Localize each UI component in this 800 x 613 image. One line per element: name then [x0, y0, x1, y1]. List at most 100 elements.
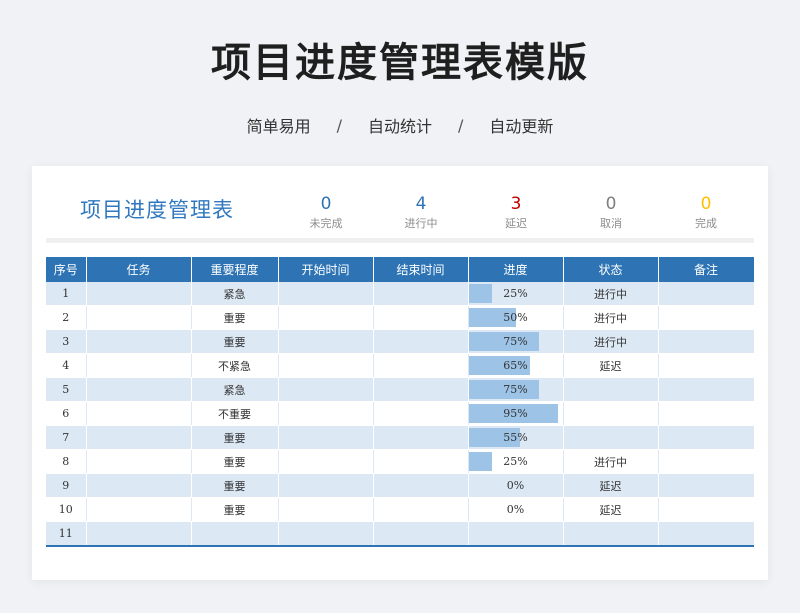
cell-status[interactable]: 延迟	[563, 353, 659, 378]
cell-status[interactable]: 延迟	[563, 473, 659, 498]
cell-task[interactable]	[86, 473, 192, 498]
cell-no[interactable]: 10	[46, 497, 87, 522]
cell-start[interactable]	[278, 497, 374, 522]
cell-note[interactable]	[658, 377, 754, 402]
cell-priority[interactable]: 重要	[191, 425, 279, 450]
cell-end[interactable]	[373, 521, 469, 547]
column-header-start[interactable]: 开始时间	[278, 257, 374, 282]
cell-note[interactable]	[658, 282, 754, 306]
cell-start[interactable]	[278, 353, 374, 378]
column-header-note[interactable]: 备注	[658, 257, 755, 282]
column-header-no[interactable]: 序号	[46, 257, 87, 282]
column-header-task[interactable]: 任务	[86, 257, 192, 282]
cell-start[interactable]	[278, 473, 374, 498]
cell-status[interactable]	[563, 425, 659, 450]
cell-task[interactable]	[86, 305, 192, 330]
cell-end[interactable]	[373, 282, 469, 306]
cell-priority[interactable]: 紧急	[191, 282, 279, 306]
cell-status[interactable]	[563, 401, 659, 426]
stat-value: 0	[320, 194, 332, 214]
cell-priority[interactable]: 重要	[191, 305, 279, 330]
cell-progress[interactable]: 0%	[468, 497, 564, 522]
cell-priority[interactable]	[191, 521, 279, 547]
table-row: 4 不紧急 65% 延迟	[46, 353, 754, 378]
cell-note[interactable]	[658, 353, 754, 378]
cell-status[interactable]: 进行中	[563, 449, 659, 474]
cell-start[interactable]	[278, 305, 374, 330]
cell-no[interactable]: 7	[46, 425, 87, 450]
cell-start[interactable]	[278, 449, 374, 474]
cell-task[interactable]	[86, 521, 192, 547]
cell-task[interactable]	[86, 449, 192, 474]
column-header-priority[interactable]: 重要程度	[191, 257, 279, 282]
cell-priority[interactable]: 不紧急	[191, 353, 279, 378]
cell-progress[interactable]: 50%	[468, 305, 564, 330]
cell-note[interactable]	[658, 425, 754, 450]
cell-task[interactable]	[86, 282, 192, 306]
column-header-progress[interactable]: 进度	[468, 257, 564, 282]
cell-task[interactable]	[86, 401, 192, 426]
cell-status[interactable]: 进行中	[563, 329, 659, 354]
cell-end[interactable]	[373, 329, 469, 354]
cell-end[interactable]	[373, 449, 469, 474]
cell-no[interactable]: 4	[46, 353, 87, 378]
cell-priority[interactable]: 重要	[191, 449, 279, 474]
cell-task[interactable]	[86, 329, 192, 354]
cell-end[interactable]	[373, 425, 469, 450]
cell-note[interactable]	[658, 329, 754, 354]
cell-end[interactable]	[373, 353, 469, 378]
cell-status[interactable]: 进行中	[563, 282, 659, 306]
cell-progress[interactable]: 75%	[468, 329, 564, 354]
column-header-end[interactable]: 结束时间	[373, 257, 469, 282]
cell-end[interactable]	[373, 473, 469, 498]
cell-task[interactable]	[86, 425, 192, 450]
cell-no[interactable]: 6	[46, 401, 87, 426]
cell-status[interactable]: 延迟	[563, 497, 659, 522]
cell-start[interactable]	[278, 329, 374, 354]
cell-progress[interactable]: 25%	[468, 282, 564, 306]
cell-no[interactable]: 11	[46, 521, 87, 547]
cell-end[interactable]	[373, 377, 469, 402]
cell-progress[interactable]: 55%	[468, 425, 564, 450]
tag-easy: 简单易用	[246, 117, 311, 136]
cell-end[interactable]	[373, 305, 469, 330]
cell-end[interactable]	[373, 401, 469, 426]
cell-priority[interactable]: 重要	[191, 473, 279, 498]
cell-no[interactable]: 9	[46, 473, 87, 498]
cell-progress[interactable]: 65%	[468, 353, 564, 378]
cell-task[interactable]	[86, 497, 192, 522]
cell-priority[interactable]: 紧急	[191, 377, 279, 402]
column-header-status[interactable]: 状态	[563, 257, 659, 282]
cell-note[interactable]	[658, 473, 754, 498]
cell-progress[interactable]	[468, 521, 564, 547]
cell-note[interactable]	[658, 497, 754, 522]
cell-status[interactable]: 进行中	[563, 305, 659, 330]
cell-start[interactable]	[278, 425, 374, 450]
cell-no[interactable]: 3	[46, 329, 87, 354]
cell-note[interactable]	[658, 449, 754, 474]
cell-no[interactable]: 8	[46, 449, 87, 474]
cell-task[interactable]	[86, 353, 192, 378]
cell-progress[interactable]: 75%	[468, 377, 564, 402]
cell-start[interactable]	[278, 377, 374, 402]
stat-label: 延迟	[505, 217, 527, 230]
cell-no[interactable]: 2	[46, 305, 87, 330]
cell-no[interactable]: 5	[46, 377, 87, 402]
cell-no[interactable]: 1	[46, 282, 87, 306]
cell-progress[interactable]: 25%	[468, 449, 564, 474]
cell-priority[interactable]: 重要	[191, 329, 279, 354]
cell-progress[interactable]: 0%	[468, 473, 564, 498]
cell-start[interactable]	[278, 521, 374, 547]
cell-priority[interactable]: 重要	[191, 497, 279, 522]
cell-note[interactable]	[658, 305, 754, 330]
cell-priority[interactable]: 不重要	[191, 401, 279, 426]
cell-end[interactable]	[373, 497, 469, 522]
cell-note[interactable]	[658, 521, 754, 547]
cell-status[interactable]	[563, 377, 659, 402]
cell-note[interactable]	[658, 401, 754, 426]
cell-progress[interactable]: 95%	[468, 401, 564, 426]
cell-status[interactable]	[563, 521, 659, 547]
cell-task[interactable]	[86, 377, 192, 402]
cell-start[interactable]	[278, 282, 374, 306]
cell-start[interactable]	[278, 401, 374, 426]
